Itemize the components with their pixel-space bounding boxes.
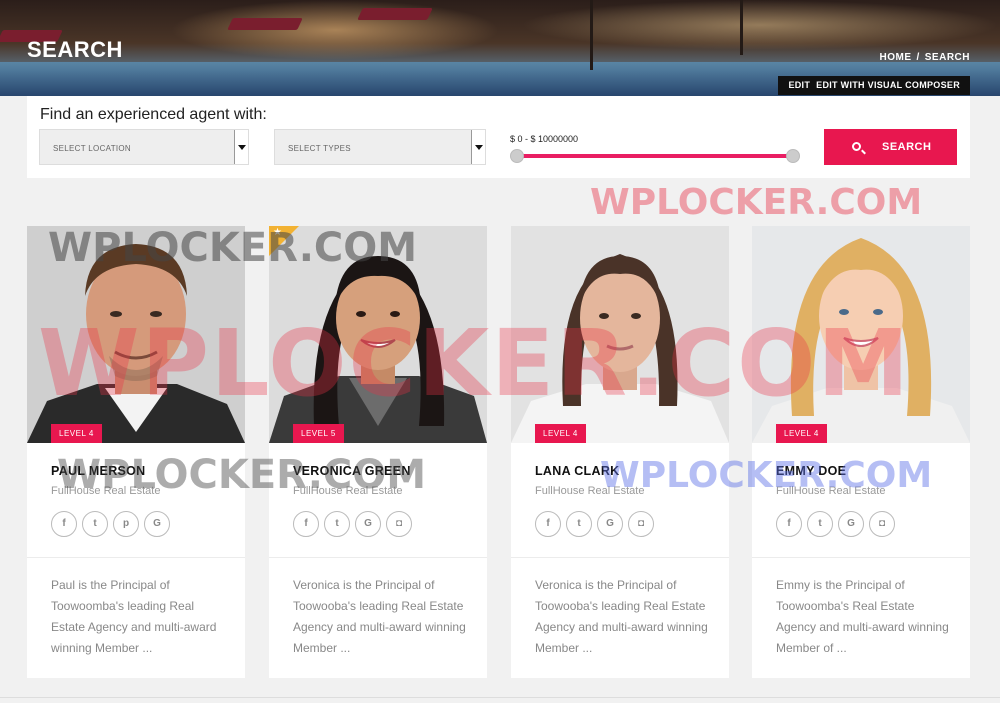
agent-company: FullHouse Real Estate [51,485,161,497]
agent-social-links: ftpG [51,511,175,537]
agent-company: FullHouse Real Estate [776,485,886,497]
agent-social-links: f t G ◘ [776,511,900,537]
chevron-down-icon[interactable] [471,130,485,164]
agent-description: Veronica is the Principal of Toowooba's … [535,578,708,655]
chevron-down-icon[interactable] [234,130,248,164]
types-select[interactable]: SELECT TYPES [274,129,486,165]
facebook-icon[interactable]: f [51,511,77,537]
search-heading: Find an experienced agent with: [40,106,267,123]
agent-description: Veronica is the Principal of Toowooba's … [293,578,466,655]
hero-lounger [357,8,433,20]
google-icon[interactable]: G [144,511,170,537]
twitter-icon[interactable]: t [324,511,350,537]
agent-company: FullHouse Real Estate [535,485,645,497]
breadcrumb-separator: / [916,52,920,63]
pinterest-icon[interactable]: p [113,511,139,537]
edit-toolbar: EDIT EDIT WITH VISUAL COMPOSER [778,76,970,95]
facebook-icon[interactable]: f [776,511,802,537]
agent-level-badge: LEVEL 4 [776,424,827,443]
agent-name[interactable]: EMMY DOE [776,464,846,478]
agent-name[interactable]: VERONICA GREEN [293,464,411,478]
page-bottom-divider [0,697,1000,698]
hero-lounger [227,18,303,30]
agent-level-badge: LEVEL 5 [293,424,344,443]
card-divider [752,557,970,558]
agent-photo[interactable] [511,226,729,443]
location-select[interactable]: SELECT LOCATION [39,129,249,165]
search-button-label: SEARCH [882,141,932,153]
instagram-icon[interactable]: ◘ [869,511,895,537]
facebook-icon[interactable]: f [535,511,561,537]
agent-company: FullHouse Real Estate [293,485,403,497]
agent-level-badge: LEVEL 4 [51,424,102,443]
agent-photo[interactable] [27,226,245,443]
location-select-label: SELECT LOCATION [53,144,131,153]
page-hero-banner: SEARCH HOME / SEARCH EDIT EDIT WITH VISUAL … [0,0,1000,96]
price-range-label: $ 0 - $ 10000000 [510,134,579,144]
card-divider [511,557,729,558]
page-title: SEARCH [27,37,123,62]
agent-card[interactable]: LEVEL 4 PAUL MERSON FullHouse Real Estat… [27,226,245,678]
types-select-label: SELECT TYPES [288,144,351,153]
google-icon[interactable]: G [597,511,623,537]
breadcrumb-current: SEARCH [924,52,970,63]
card-divider [27,557,245,558]
agent-search-form: Find an experienced agent with: SELECT L… [27,96,970,178]
hero-post [590,0,593,70]
twitter-icon[interactable]: t [566,511,592,537]
price-min-handle[interactable] [510,149,524,163]
hero-post [740,0,743,55]
search-button[interactable]: SEARCH [824,129,957,165]
instagram-icon[interactable]: ◘ [628,511,654,537]
edit-link[interactable]: EDIT [788,80,810,90]
price-max-handle[interactable] [786,149,800,163]
twitter-icon[interactable]: t [82,511,108,537]
agent-photo[interactable] [269,226,487,443]
agent-card[interactable]: LEVEL 4 LANA CLARK FullHouse Real Estate… [511,226,729,678]
agent-social-links: f t G ◘ [293,511,417,537]
agent-photo[interactable] [752,226,970,443]
star-icon: ★ [273,227,282,238]
twitter-icon[interactable]: t [807,511,833,537]
agent-description: Emmy is the Principal of Toowoomba's Rea… [776,578,949,655]
breadcrumb-home-link[interactable]: HOME [879,52,911,63]
agent-card[interactable]: LEVEL 4 EMMY DOE FullHouse Real Estate f… [752,226,970,678]
instagram-icon[interactable]: ◘ [386,511,412,537]
breadcrumb: HOME / SEARCH [879,52,970,63]
hero-light-glow [170,0,500,60]
google-icon[interactable]: G [838,511,864,537]
price-range-track[interactable] [516,154,794,158]
agent-card[interactable]: ★ LEVEL 5 VERONICA GREEN FullHouse Real … [269,226,487,678]
agent-description: Paul is the Principal of Toowoomba's lea… [51,578,217,655]
facebook-icon[interactable]: f [293,511,319,537]
edit-visual-composer-link[interactable]: EDIT WITH VISUAL COMPOSER [816,80,960,90]
search-icon [852,142,861,151]
google-icon[interactable]: G [355,511,381,537]
watermark: WPLOCKER.COM [590,182,923,223]
agent-level-badge: LEVEL 4 [535,424,586,443]
agent-name[interactable]: LANA CLARK [535,464,619,478]
agent-social-links: f t G ◘ [535,511,659,537]
agent-name[interactable]: PAUL MERSON [51,464,146,478]
card-divider [269,557,487,558]
